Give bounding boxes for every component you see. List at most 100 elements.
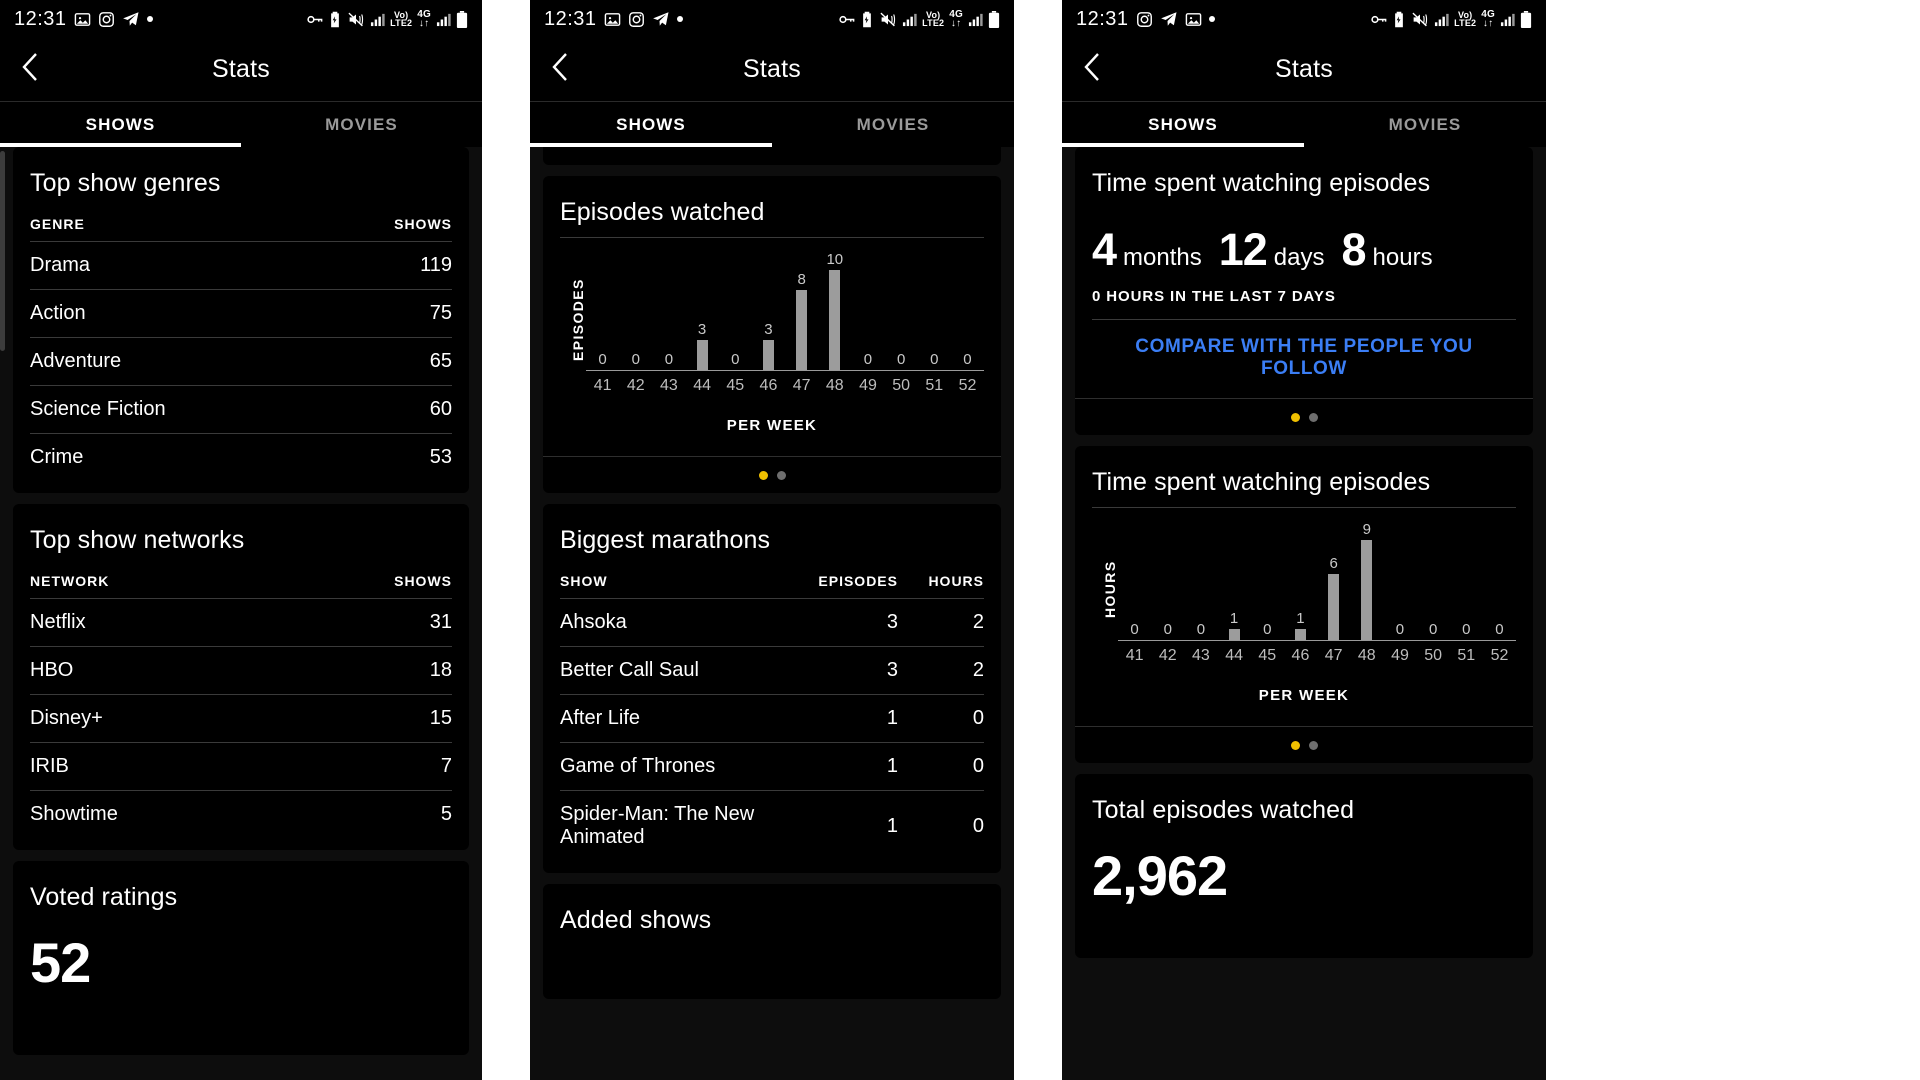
days-label: days — [1273, 244, 1325, 271]
signal-bars-icon — [370, 12, 385, 27]
table-row[interactable]: HBO 18 — [30, 646, 452, 695]
bar-value: 0 — [1462, 621, 1471, 638]
stats-scroll-area[interactable]: Top show genres GENRE SHOWS Drama 119 Act… — [0, 147, 482, 1080]
table-row[interactable]: Better Call Saul 3 2 — [560, 646, 984, 695]
back-button[interactable] — [0, 39, 62, 101]
card-title: Time spent watching episodes — [1092, 468, 1431, 496]
panel-gap-2 — [1014, 0, 1062, 1080]
tab-shows[interactable]: SHOWS — [1062, 102, 1304, 147]
bar-value: 0 — [664, 351, 674, 368]
vertical-scrollbar[interactable] — [0, 151, 5, 351]
table-row[interactable]: Adventure 65 — [30, 337, 452, 386]
table-row[interactable]: Spider-Man: The New Animated 1 0 — [560, 791, 984, 862]
bar-value: 1 — [1229, 610, 1239, 627]
card-top-show-genres: Top show genres GENRE SHOWS Drama 119 Act… — [13, 147, 469, 493]
tab-movies[interactable]: MOVIES — [772, 102, 1014, 147]
panel-gap-1 — [482, 0, 530, 1080]
instagram-icon — [98, 11, 115, 28]
bar-value: 0 — [1163, 621, 1172, 638]
phone-panel-2: 12:31 Vo) LTE2 4G ↓↑ Stats SHOWS MOVIES … — [530, 0, 1014, 1080]
back-button[interactable] — [1062, 39, 1124, 101]
network-count: 18 — [284, 646, 452, 695]
bar-value: 0 — [1495, 621, 1504, 638]
tab-shows[interactable]: SHOWS — [530, 102, 772, 147]
stats-scroll-area[interactable]: Time spent watching episodes 4 months 12… — [1062, 147, 1546, 1080]
bar — [1294, 629, 1306, 640]
column-header-shows: SHOWS — [325, 212, 452, 242]
fourg-icon: 4G ↓↑ — [417, 10, 431, 29]
network-count: 5 — [440, 803, 452, 825]
table-row[interactable]: Ahsoka 3 2 — [560, 598, 984, 647]
show-name: Ahsoka — [560, 598, 819, 647]
x-tick: 51 — [925, 377, 944, 394]
vpn-key-icon — [1370, 11, 1387, 28]
chart-x-axis-labels: 41 42 43 44 45 46 47 48 49 50 51 52 — [1118, 641, 1516, 665]
genre-name: Drama — [30, 241, 326, 290]
tab-movies[interactable]: MOVIES — [1304, 102, 1546, 147]
pager-dot-active[interactable] — [758, 471, 768, 480]
show-episodes: 1 — [886, 814, 898, 837]
pager-dot[interactable] — [1308, 413, 1318, 422]
card-spacer — [30, 838, 452, 850]
network-name: Disney+ — [30, 694, 285, 743]
tab-movies[interactable]: MOVIES — [241, 102, 482, 147]
x-tick: 43 — [660, 377, 678, 394]
table-row[interactable]: Disney+ 15 — [30, 694, 452, 743]
table-row[interactable]: Crime 53 — [30, 434, 452, 482]
x-tick: 47 — [792, 377, 811, 394]
table-row[interactable]: Drama 119 — [30, 241, 452, 290]
table-row[interactable]: IRIB 7 — [30, 742, 452, 791]
dot-icon — [1208, 16, 1215, 22]
genre-count: 119 — [325, 241, 452, 290]
bar-column: 0 — [851, 244, 884, 370]
months-value: 4 — [1092, 224, 1117, 275]
bar-column: 0 — [951, 244, 984, 370]
chevron-left-icon — [1083, 52, 1103, 87]
table-row[interactable]: Action 75 — [30, 289, 452, 338]
card-time-spent-summary: Time spent watching episodes 4 months 12… — [1075, 147, 1533, 435]
bar-column: 3 — [752, 244, 785, 370]
volte-bottom: LTE2 — [922, 18, 945, 28]
status-bar-left: 12:31 — [1076, 8, 1215, 31]
back-button[interactable] — [530, 39, 592, 101]
tab-shows[interactable]: SHOWS — [0, 102, 241, 147]
chart-episodes-watched: EPISODES 0 0 0 3 0 3 8 10 0 0 0 0 41 42 … — [560, 238, 984, 395]
x-tick: 50 — [892, 377, 911, 394]
volte-icon: Vo) LTE2 — [1454, 11, 1476, 28]
bar — [829, 270, 841, 370]
genre-count: 75 — [325, 289, 452, 338]
table-row[interactable]: Netflix 31 — [30, 598, 452, 647]
network-name: Showtime — [30, 803, 118, 825]
volte-icon: Vo) LTE2 — [390, 11, 412, 28]
carousel-pager — [1075, 398, 1533, 435]
fourg-bottom: ↓↑ — [1482, 18, 1494, 29]
table-row[interactable]: Science Fiction 60 — [30, 385, 452, 434]
card-episodes-watched: Episodes watched EPISODES 0 0 0 3 0 3 8 — [543, 176, 1001, 493]
bar-value: 6 — [1329, 555, 1338, 572]
page-title: Stats — [1275, 55, 1333, 83]
show-hours: 2 — [898, 646, 984, 695]
x-tick: 52 — [1490, 647, 1509, 664]
chart-hours-watching: HOURS 0 0 0 1 0 1 6 9 0 0 0 0 41 42 43 4… — [1092, 508, 1516, 665]
table-row[interactable]: Showtime 5 — [30, 791, 452, 839]
pager-dot-active[interactable] — [1290, 413, 1300, 422]
compare-with-follows-link[interactable]: COMPARE WITH THE PEOPLE YOU FOLLOW — [1092, 320, 1516, 398]
status-bar-left: 12:31 — [14, 8, 153, 31]
x-tick: 45 — [1258, 647, 1277, 664]
image-icon — [604, 11, 621, 28]
bar-column: 10 — [818, 244, 851, 370]
x-tick: 48 — [825, 377, 844, 394]
pager-dot[interactable] — [1308, 741, 1318, 750]
table-row[interactable]: After Life 1 0 — [560, 694, 984, 743]
pager-dot[interactable] — [776, 471, 786, 480]
table-row[interactable]: Game of Thrones 1 0 — [560, 742, 984, 791]
pager-dot-active[interactable] — [1290, 741, 1300, 750]
bar-column: 3 — [686, 244, 719, 370]
telegram-icon — [1160, 10, 1178, 28]
bar-value: 0 — [1428, 621, 1438, 638]
card-title: Biggest marathons — [560, 526, 771, 554]
card-total-episodes-watched: Total episodes watched 2,962 — [1075, 774, 1533, 958]
bar-column: 8 — [785, 244, 818, 370]
stats-scroll-area[interactable]: Episodes watched EPISODES 0 0 0 3 0 3 8 — [530, 147, 1014, 1080]
carousel-pager — [543, 456, 1001, 493]
